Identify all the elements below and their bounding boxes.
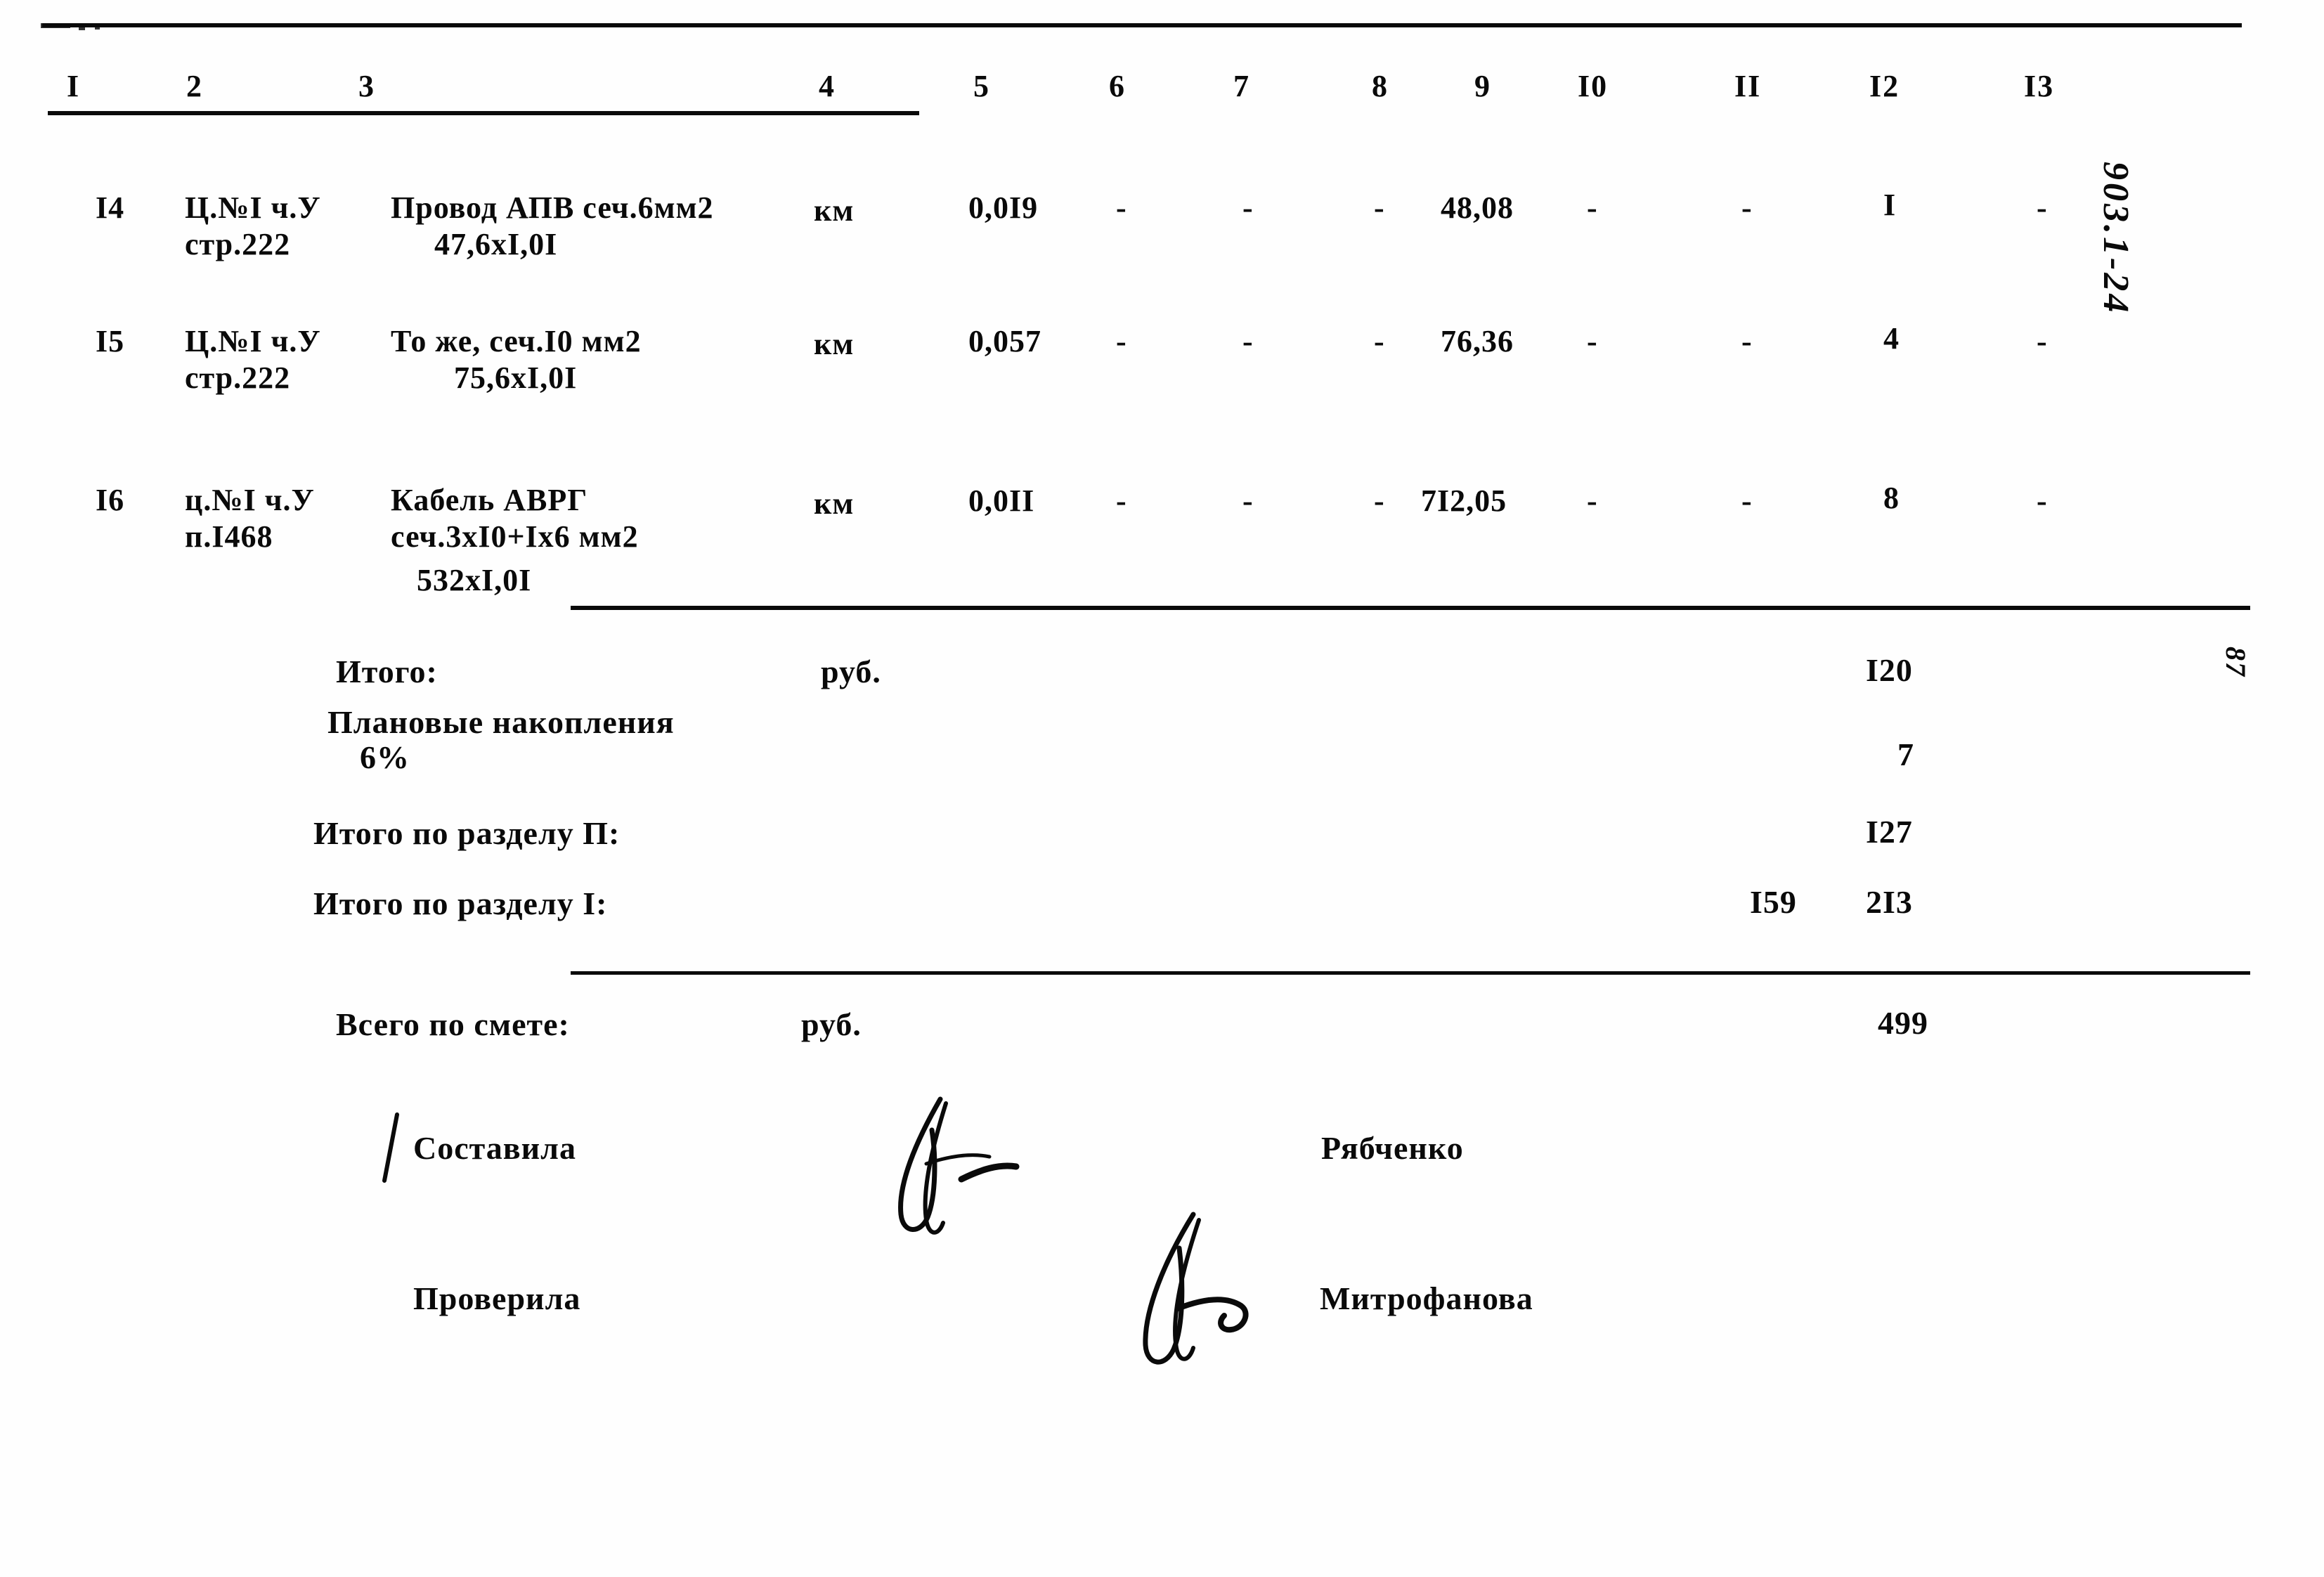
row-col-9: 7I2,05 bbox=[1421, 484, 1507, 518]
handwritten-signature-checker bbox=[1110, 1209, 1321, 1384]
column-header-7: 7 bbox=[1233, 69, 1250, 103]
row-col-5: 0,0II bbox=[968, 484, 1035, 518]
totals-value-section-1-col11: I59 bbox=[1750, 884, 1797, 920]
margin-annotation-code: 903.1-24 bbox=[2096, 162, 2136, 316]
grand-total-rule bbox=[571, 971, 2250, 975]
row-description-2: 75,6xI,0I bbox=[420, 326, 577, 430]
totals-unit-itogo: руб. bbox=[821, 654, 881, 689]
row-col-6: - bbox=[1116, 324, 1127, 358]
column-header-2: 2 bbox=[186, 69, 203, 103]
row-number: I6 bbox=[96, 483, 125, 518]
grand-total-label: Всего по смете: bbox=[336, 1006, 570, 1042]
table-row: I5 bbox=[62, 290, 124, 394]
signature-role-checker: Проверила bbox=[413, 1280, 581, 1316]
row-col-10: - bbox=[1587, 190, 1598, 225]
totals-value-itogo-col12: I20 bbox=[1866, 652, 1913, 688]
totals-top-rule bbox=[571, 606, 2250, 610]
row-col-10: - bbox=[1587, 484, 1598, 518]
totals-value-section-1-col12: 2I3 bbox=[1866, 884, 1913, 920]
totals-label-section-1: Итого по разделу I: bbox=[313, 885, 608, 921]
table-top-rule bbox=[42, 23, 2242, 27]
row-col-11: - bbox=[1741, 324, 1753, 358]
row-col-12: 8 bbox=[1883, 481, 1900, 515]
column-header-8: 8 bbox=[1372, 69, 1389, 103]
handwritten-signature-compiler bbox=[871, 1096, 1061, 1258]
row-col-10: - bbox=[1587, 324, 1598, 358]
row-col-13: - bbox=[2037, 190, 2048, 225]
description-line-3: 532xI,0I bbox=[417, 563, 532, 598]
row-col-7: - bbox=[1242, 190, 1254, 225]
justification-line-2: стр.222 bbox=[185, 227, 291, 262]
column-header-1: I bbox=[67, 69, 81, 103]
row-col-11: - bbox=[1741, 190, 1753, 225]
row-col-7: - bbox=[1242, 324, 1254, 358]
totals-label-planned-savings-percent: 6% bbox=[360, 739, 410, 775]
row-col-8: - bbox=[1374, 324, 1385, 358]
signature-name-compiler: Рябченко bbox=[1321, 1130, 1464, 1166]
column-header-13: I3 bbox=[2024, 69, 2055, 103]
row-justification-2: стр.222 bbox=[151, 326, 290, 430]
row-col-8: - bbox=[1374, 190, 1385, 225]
row-justification-2: стр.222 bbox=[151, 193, 290, 297]
column-header-12: I2 bbox=[1869, 69, 1900, 103]
justification-line-2: стр.222 bbox=[185, 361, 291, 396]
scanned-document-page: I 2 3 4 5 6 7 8 9 I0 II I2 I3 I4 Ц.№I ч.… bbox=[0, 0, 2324, 1577]
row-description-2: 47,6xI,0I bbox=[401, 193, 557, 297]
row-col-5: 0,0I9 bbox=[968, 190, 1039, 225]
pen-tick-mark bbox=[376, 1110, 404, 1188]
totals-label-section-2: Итого по разделу П: bbox=[313, 815, 621, 851]
row-col-8: - bbox=[1374, 484, 1385, 518]
row-col-13: - bbox=[2037, 324, 2048, 358]
table-row: I6 bbox=[62, 448, 124, 552]
grand-total-unit: руб. bbox=[801, 1006, 862, 1042]
column-header-10: I0 bbox=[1578, 69, 1609, 103]
column-header-3: 3 bbox=[358, 69, 375, 103]
totals-value-planned-savings-col12: 7 bbox=[1897, 736, 1914, 772]
justification-line-2: п.I468 bbox=[185, 519, 273, 554]
row-col-5: 0,057 bbox=[968, 324, 1041, 358]
row-unit: км bbox=[814, 327, 855, 361]
row-description-3: 532xI,0I bbox=[383, 528, 531, 632]
row-col-6: - bbox=[1116, 190, 1127, 225]
totals-value-section-2-col12: I27 bbox=[1866, 814, 1913, 850]
row-col-13: - bbox=[2037, 484, 2048, 518]
description-line-2: 47,6xI,0I bbox=[434, 227, 558, 262]
column-header-5: 5 bbox=[973, 69, 990, 103]
row-number: I5 bbox=[96, 324, 125, 359]
row-unit: км bbox=[814, 193, 855, 228]
totals-label-itogo: Итого: bbox=[336, 654, 438, 689]
page-number: 87 bbox=[2220, 647, 2252, 677]
column-header-11: II bbox=[1734, 69, 1762, 103]
column-header-4: 4 bbox=[819, 69, 836, 103]
row-justification-2: п.I468 bbox=[151, 485, 273, 589]
column-header-9: 9 bbox=[1474, 69, 1491, 103]
signature-name-checker: Митрофанова bbox=[1320, 1280, 1533, 1316]
row-col-9: 76,36 bbox=[1441, 324, 1514, 358]
row-col-12: I bbox=[1883, 188, 1897, 222]
row-col-7: - bbox=[1242, 484, 1254, 518]
table-row: I4 bbox=[62, 156, 124, 260]
grand-total-value: 499 bbox=[1878, 1005, 1928, 1041]
row-col-11: - bbox=[1741, 484, 1753, 518]
row-number: I4 bbox=[96, 190, 125, 226]
row-col-6: - bbox=[1116, 484, 1127, 518]
column-header-6: 6 bbox=[1109, 69, 1126, 103]
table-header-rule bbox=[48, 111, 919, 115]
totals-label-planned-savings: Плановые накопления bbox=[327, 704, 675, 740]
row-col-12: 4 bbox=[1883, 321, 1900, 356]
row-col-9: 48,08 bbox=[1441, 190, 1514, 225]
description-line-2: 75,6xI,0I bbox=[454, 361, 578, 396]
row-unit: км bbox=[814, 486, 855, 521]
signature-role-compiler: Составила bbox=[413, 1130, 576, 1166]
